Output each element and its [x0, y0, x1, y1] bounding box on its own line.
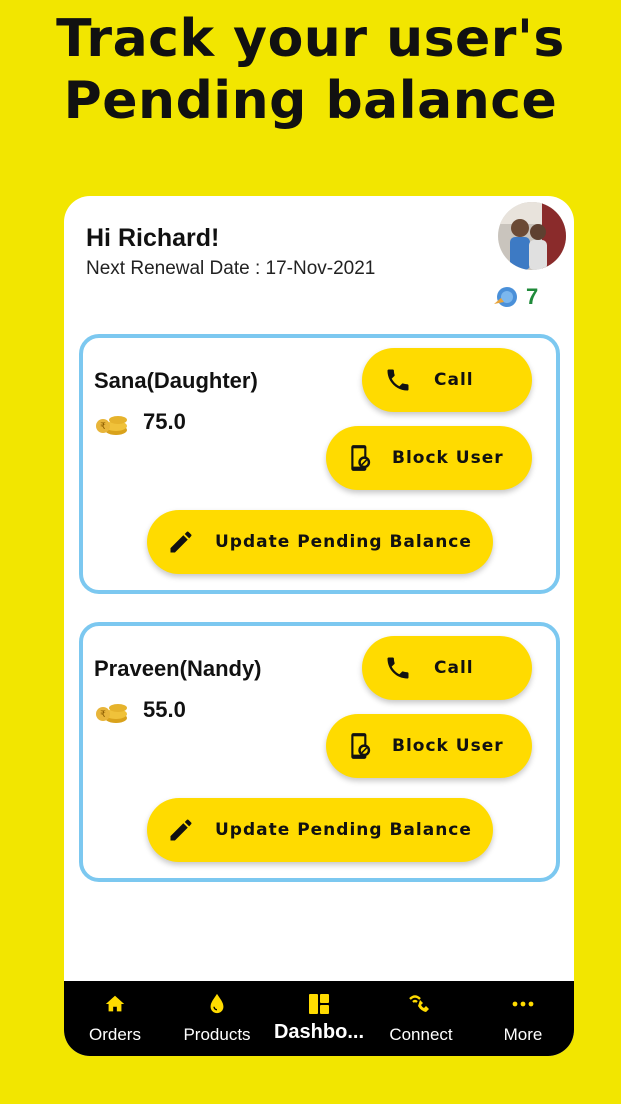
- nav-item-more[interactable]: More: [472, 991, 574, 1045]
- block-device-icon: [351, 445, 371, 471]
- coins-icon: ₹: [96, 416, 127, 435]
- member-balance: ₹ 55.0: [95, 696, 186, 724]
- block-user-button[interactable]: Block User: [326, 426, 532, 490]
- points-badge: 7: [492, 284, 538, 310]
- renewal-date: Next Renewal Date : 17-Nov-2021: [86, 258, 376, 279]
- member-name: Praveen(Nandy): [94, 656, 262, 681]
- member-card: Praveen(Nandy) ₹ 55.0 Call Block User Up…: [79, 622, 560, 882]
- pencil-icon: [170, 819, 192, 841]
- nav-item-orders[interactable]: Orders: [64, 991, 166, 1045]
- connect-icon: [407, 991, 435, 1017]
- drop-icon: [206, 991, 228, 1017]
- dashboard-icon: [307, 991, 331, 1017]
- member-name: Sana(Daughter): [94, 368, 258, 393]
- balance-amount: 75.0: [143, 409, 186, 434]
- headline: Track your user's Pending balance: [0, 8, 621, 132]
- call-label: Call: [434, 370, 474, 390]
- avatar[interactable]: [498, 202, 566, 270]
- nav-label: Connect: [389, 1025, 453, 1044]
- nav-label: More: [503, 1025, 543, 1044]
- call-button[interactable]: Call: [362, 636, 532, 700]
- points-value: 7: [526, 284, 539, 309]
- nav-label: Products: [183, 1025, 251, 1044]
- nav-item-products[interactable]: Products: [166, 991, 268, 1045]
- balance-amount: 55.0: [143, 697, 186, 722]
- call-button[interactable]: Call: [362, 348, 532, 412]
- phone-icon: [387, 657, 409, 679]
- nav-item-dashboard[interactable]: Dashbo...: [268, 991, 370, 1044]
- reward-icon: [494, 287, 517, 307]
- nav-label: Dashbo...: [273, 1021, 364, 1043]
- pencil-icon: [170, 531, 192, 553]
- svg-text:₹: ₹: [100, 710, 106, 720]
- bottom-nav: Orders Products Dashbo... Connect More: [64, 981, 574, 1056]
- update-pending-balance-button[interactable]: Update Pending Balance: [147, 510, 493, 574]
- coins-icon: ₹: [96, 704, 127, 723]
- nav-item-connect[interactable]: Connect: [370, 991, 472, 1045]
- block-device-icon: [351, 733, 371, 759]
- nav-label: Orders: [89, 1025, 141, 1044]
- block-user-label: Block User: [392, 448, 504, 468]
- update-label: Update Pending Balance: [215, 532, 472, 552]
- block-user-label: Block User: [392, 736, 504, 756]
- headline-line-1: Track your user's: [56, 9, 565, 69]
- headline-line-2: Pending balance: [63, 71, 558, 131]
- more-icon: [511, 991, 535, 1017]
- update-label: Update Pending Balance: [215, 820, 472, 840]
- svg-text:₹: ₹: [100, 422, 106, 432]
- greeting: Hi Richard!: [86, 224, 220, 252]
- member-balance: ₹ 75.0: [95, 408, 186, 436]
- update-pending-balance-button[interactable]: Update Pending Balance: [147, 798, 493, 862]
- member-card: Sana(Daughter) ₹ 75.0 Call Block User Up…: [79, 334, 560, 594]
- block-user-button[interactable]: Block User: [326, 714, 532, 778]
- phone-icon: [387, 369, 409, 391]
- call-label: Call: [434, 658, 474, 678]
- phone-screen: Hi Richard! Next Renewal Date : 17-Nov-2…: [64, 196, 574, 1056]
- home-icon: [104, 991, 126, 1017]
